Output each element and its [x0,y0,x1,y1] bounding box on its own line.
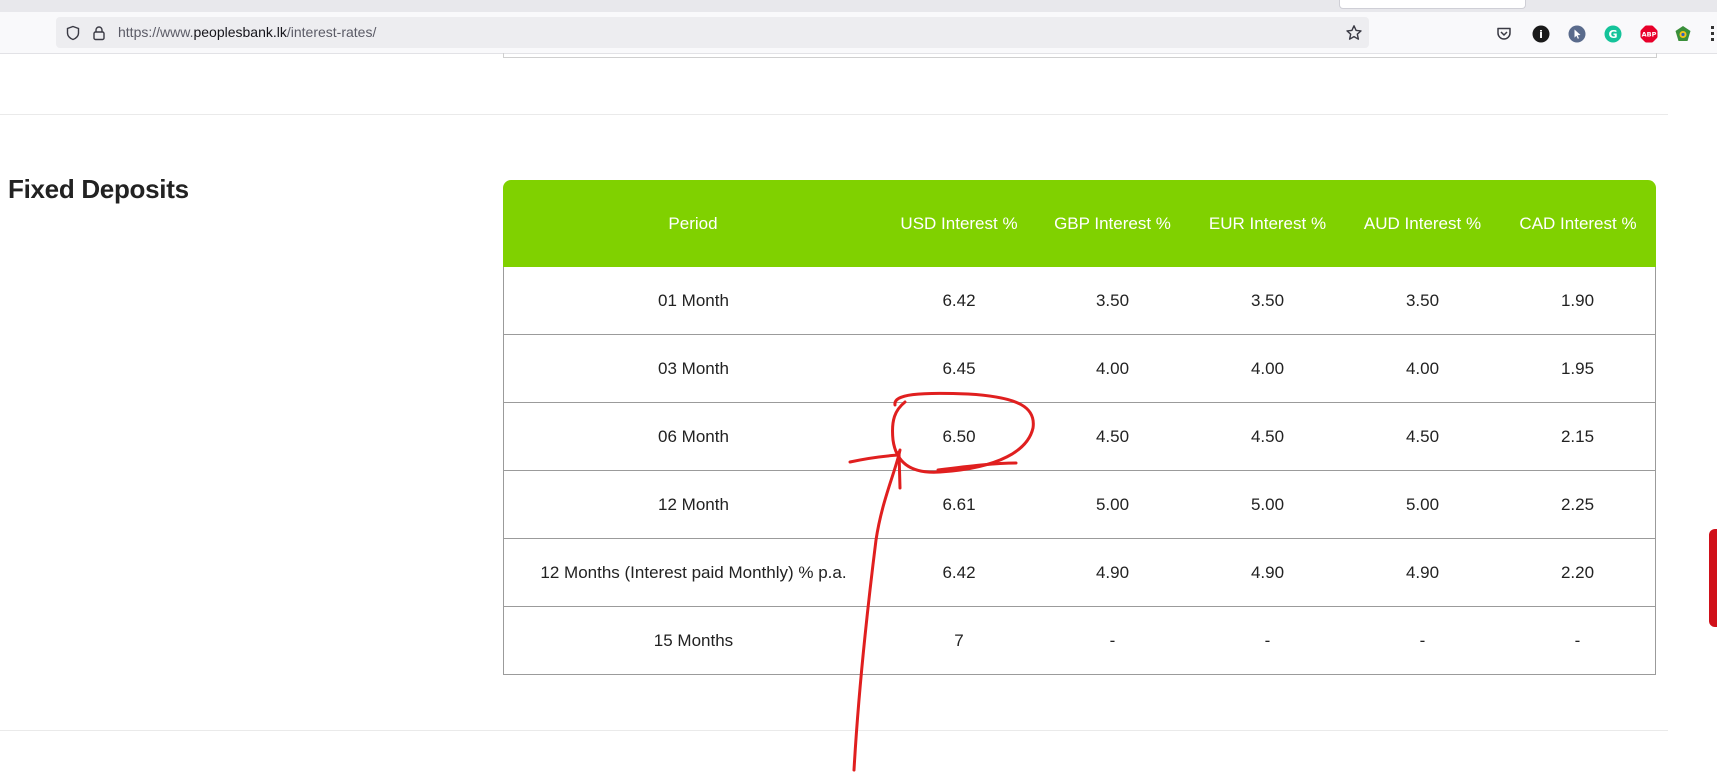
cursor-extension-icon[interactable] [1568,25,1586,43]
globe-extension-icon[interactable] [1674,25,1692,43]
cad-rate-cell: - [1500,607,1656,675]
tab-strip [0,0,1717,12]
active-tab[interactable] [1339,0,1526,9]
navigation-toolbar: https://www.peoplesbank.lk/interest-rate… [0,12,1717,54]
usd-rate-cell: 7 [883,607,1035,675]
aud-rate-cell: - [1345,607,1500,675]
adblock-label: ABP [1642,31,1657,39]
cad-rate-cell: 2.25 [1500,471,1656,539]
adblock-plus-icon[interactable]: ABP [1640,25,1658,43]
column-header-aud: AUD Interest % [1345,180,1500,267]
column-header-cad: CAD Interest % [1500,180,1656,267]
period-cell: 12 Months (Interest paid Monthly) % p.a. [503,539,883,607]
aud-rate-cell: 4.90 [1345,539,1500,607]
grammarly-label: G [1608,28,1617,41]
column-header-eur: EUR Interest % [1190,180,1345,267]
table-row: 12 Months (Interest paid Monthly) % p.a.… [503,539,1656,607]
cad-rate-cell: 1.90 [1500,267,1656,335]
table-row: 15 Months 7 - - - - [503,607,1656,675]
usd-rate-cell: 6.61 [883,471,1035,539]
eur-rate-cell: 4.90 [1190,539,1345,607]
aud-rate-cell: 3.50 [1345,267,1500,335]
eur-rate-cell: 4.00 [1190,335,1345,403]
column-header-usd: USD Interest % [883,180,1035,267]
floating-side-tab[interactable] [1709,529,1717,627]
eur-rate-cell: - [1190,607,1345,675]
aud-rate-cell: 4.00 [1345,335,1500,403]
gbp-rate-cell: 5.00 [1035,471,1190,539]
cad-rate-cell: 2.20 [1500,539,1656,607]
gbp-rate-cell: - [1035,607,1190,675]
gbp-rate-cell: 4.00 [1035,335,1190,403]
url-prefix: https://www. [118,24,194,40]
usd-rate-cell: 6.42 [883,267,1035,335]
fixed-deposit-rates-table: Period USD Interest % GBP Interest % EUR… [503,180,1656,675]
usd-rate-cell: 6.42 [883,539,1035,607]
gbp-rate-cell: 3.50 [1035,267,1190,335]
bookmark-star-icon[interactable] [1345,24,1363,42]
grammarly-icon[interactable]: G [1604,25,1622,43]
eur-rate-cell: 5.00 [1190,471,1345,539]
table-row: 12 Month 6.61 5.00 5.00 5.00 2.25 [503,471,1656,539]
gbp-rate-cell: 4.50 [1035,403,1190,471]
column-header-period: Period [503,180,883,267]
usd-rate-cell: 6.50 [883,403,1035,471]
table-row: 03 Month 6.45 4.00 4.00 4.00 1.95 [503,335,1656,403]
gbp-rate-cell: 4.90 [1035,539,1190,607]
section-divider-bottom [0,730,1668,731]
lock-icon[interactable] [91,25,107,41]
table-row: 01 Month 6.42 3.50 3.50 3.50 1.90 [503,267,1656,335]
previous-table-bottom-edge [503,53,1657,58]
address-bar[interactable]: https://www.peoplesbank.lk/interest-rate… [56,17,1369,48]
info-extension-label: i [1539,28,1543,41]
url-host: peoplesbank.lk [193,24,287,40]
period-cell: 03 Month [503,335,883,403]
cad-rate-cell: 2.15 [1500,403,1656,471]
cad-rate-cell: 1.95 [1500,335,1656,403]
section-title: Fixed Deposits [8,174,189,204]
aud-rate-cell: 4.50 [1345,403,1500,471]
menu-icon[interactable] [1711,26,1714,42]
pocket-icon[interactable] [1495,25,1513,43]
eur-rate-cell: 4.50 [1190,403,1345,471]
section-divider [0,114,1668,115]
url-text[interactable]: https://www.peoplesbank.lk/interest-rate… [118,24,376,40]
table-header-row: Period USD Interest % GBP Interest % EUR… [503,180,1656,267]
eur-rate-cell: 3.50 [1190,267,1345,335]
table-row: 06 Month 6.50 4.50 4.50 4.50 2.15 [503,403,1656,471]
period-cell: 01 Month [503,267,883,335]
period-cell: 12 Month [503,471,883,539]
usd-rate-cell: 6.45 [883,335,1035,403]
period-cell: 06 Month [503,403,883,471]
url-path: /interest-rates/ [286,24,377,40]
aud-rate-cell: 5.00 [1345,471,1500,539]
column-header-gbp: GBP Interest % [1035,180,1190,267]
shield-icon[interactable] [65,25,81,41]
info-extension-icon[interactable]: i [1532,25,1550,43]
period-cell: 15 Months [503,607,883,675]
